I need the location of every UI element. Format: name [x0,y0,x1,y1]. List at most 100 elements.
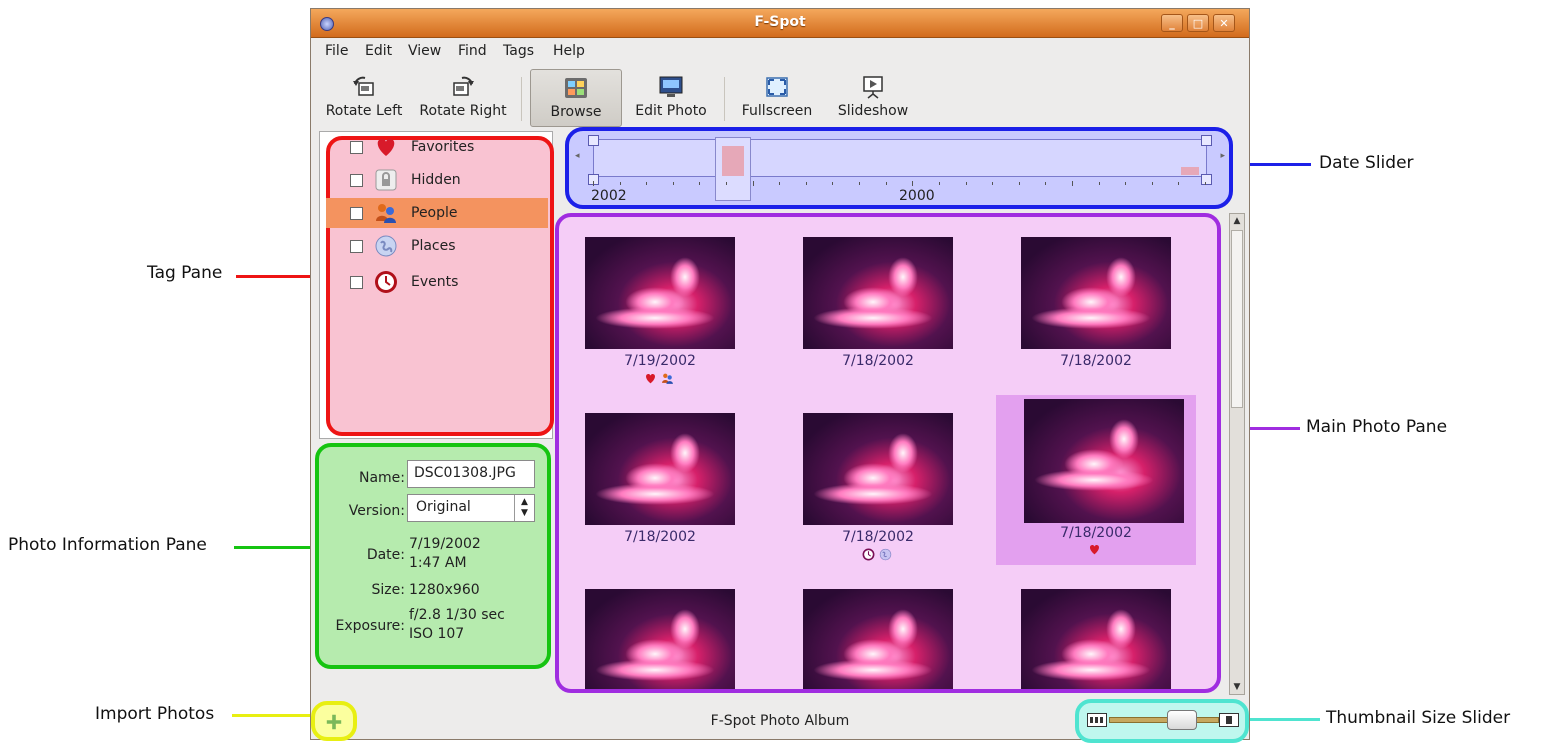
tag-label: Hidden [411,172,461,188]
spin-arrows-icon: ▲ ▼ [514,495,534,521]
timeline-tick [1099,182,1100,185]
photo-thumbnail-cell[interactable] [778,571,978,689]
tag-checkbox[interactable] [350,207,363,220]
minimize-button[interactable]: _ [1161,14,1183,32]
date-value-line2: 1:47 AM [409,555,467,571]
edit-photo-button[interactable]: Edit Photo [627,69,715,127]
status-bar: F-Spot Photo Album [311,697,1249,743]
photo-content [888,609,918,649]
slideshow-icon [863,76,883,99]
menu-edit[interactable]: Edit [365,43,392,59]
tag-checkbox[interactable] [350,141,363,154]
menu-tags[interactable]: Tags [503,43,534,59]
slider-knob[interactable] [1167,710,1197,730]
photo-thumbnail[interactable] [585,237,735,349]
scroll-down-icon[interactable]: ▼ [1230,680,1244,694]
tag-checkbox[interactable] [350,276,363,289]
slider-track[interactable] [1109,717,1219,723]
browse-label: Browse [550,104,602,120]
version-select[interactable]: Original ▲ ▼ [407,494,535,522]
menu-file[interactable]: File [325,43,348,59]
menu-bar: File Edit View Find Tags Help [311,38,1249,64]
photo-thumbnail-cell[interactable] [996,571,1196,689]
timeline-selection-window[interactable] [715,137,751,201]
menu-find[interactable]: Find [458,43,487,59]
version-label: Version: [348,503,405,519]
rotate-left-button[interactable]: Rotate Left [321,69,407,127]
timeline-handle-right[interactable] [1201,135,1212,146]
photo-content [670,257,700,297]
timeline-tick [939,182,940,185]
browse-button[interactable]: Browse [530,69,622,127]
photo-date: 7/18/2002 [1060,353,1132,369]
tag-row-people[interactable]: People [326,198,548,228]
photo-thumbnail[interactable] [803,237,953,349]
photo-thumbnail-cell[interactable] [560,571,760,689]
photo-content [595,659,715,681]
close-button[interactable]: ✕ [1213,14,1235,32]
slideshow-button[interactable]: Slideshow [829,69,917,127]
date-slider[interactable]: ◂ ▸ 2002 2000 [565,127,1233,209]
photo-thumbnail[interactable] [1021,237,1171,349]
callout-main-photo-pane: Main Photo Pane [1306,417,1448,437]
fullscreen-label: Fullscreen [741,103,813,119]
timeline-tick [779,182,780,185]
people-icon [661,372,674,385]
photo-content [888,257,918,297]
timeline-ticks [593,181,1206,187]
tag-row-events[interactable]: Events [326,267,548,297]
photo-thumbnail-cell[interactable]: 7/18/2002 [778,395,978,565]
thumbnail-size-slider[interactable] [1075,699,1249,743]
browse-icon [565,78,587,98]
scrollbar-thumb[interactable] [1231,230,1243,408]
callout-import-photos: Import Photos [95,704,215,724]
photo-thumbnail[interactable] [1021,589,1171,689]
version-value: Original [416,499,471,515]
large-thumbnails-icon[interactable] [1219,713,1239,727]
menu-help[interactable]: Help [553,43,585,59]
scroll-up-icon[interactable]: ▲ [1230,214,1244,228]
globe-icon [375,235,397,257]
year-label-2002: 2002 [591,188,627,204]
photo-thumbnail-cell[interactable]: 7/18/2002 [778,219,978,389]
rotate-right-button[interactable]: Rotate Right [415,69,511,127]
photo-thumbnail-cell[interactable]: 7/18/2002 [996,395,1196,565]
photo-thumbnail[interactable] [585,589,735,689]
maximize-button[interactable]: □ [1187,14,1209,32]
tag-label: Favorites [411,139,475,155]
tag-checkbox[interactable] [350,174,363,187]
name-field[interactable]: DSC01308.JPG [407,460,535,488]
tag-label: People [411,205,458,221]
tag-checkbox[interactable] [350,240,363,253]
fullscreen-button[interactable]: Fullscreen [735,69,819,127]
photo-content [1109,419,1139,459]
photo-thumbnail[interactable] [1024,399,1184,523]
photo-content [813,659,933,681]
photo-content [595,483,715,505]
photo-thumbnail[interactable] [803,413,953,525]
scroll-left-arrow-icon[interactable]: ◂ [575,151,580,161]
timeline-tick [646,182,647,185]
timeline-tick [886,182,887,185]
tag-row-places[interactable]: Places [326,231,548,261]
tag-row-hidden[interactable]: Hidden [326,165,548,195]
edit-photo-icon [659,76,683,97]
edit-photo-label: Edit Photo [635,103,707,119]
photo-thumbnail-cell[interactable]: 7/19/2002 [560,219,760,389]
photo-thumbnail-cell[interactable]: 7/18/2002 [996,219,1196,389]
timeline-tick [1125,182,1126,185]
photo-thumbnail[interactable] [803,589,953,689]
menu-view[interactable]: View [408,43,441,59]
small-thumbnails-icon[interactable] [1087,713,1107,727]
photo-thumbnail-cell[interactable]: 7/18/2002 [560,395,760,565]
photo-pane-scrollbar[interactable]: ▲ ▼ [1229,213,1245,695]
people-icon [376,204,396,223]
photo-thumbnail[interactable] [585,413,735,525]
tag-row-favorites[interactable]: Favorites [326,132,548,162]
scroll-right-arrow-icon[interactable]: ▸ [1220,151,1225,161]
slideshow-label: Slideshow [837,103,909,119]
exposure-label: Exposure: [335,618,405,634]
title-bar[interactable]: F-Spot _ □ ✕ [311,9,1249,38]
tag-label: Events [411,274,459,290]
timeline-handle-left[interactable] [588,135,599,146]
